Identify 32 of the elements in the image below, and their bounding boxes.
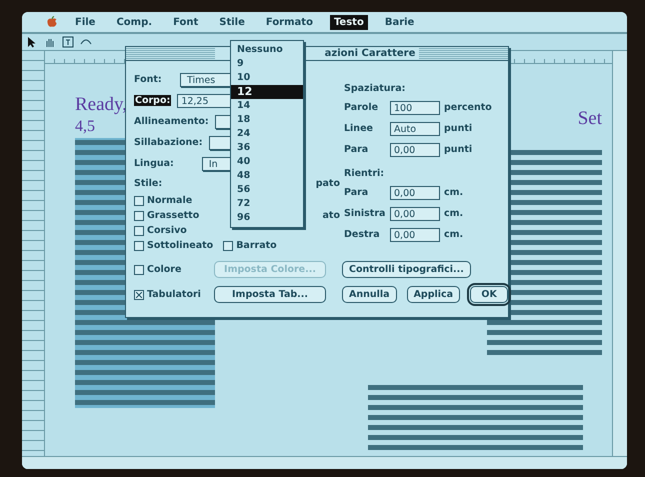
unit-label: cm. (444, 187, 464, 198)
article-heading: Ready, (75, 94, 128, 116)
checkbox-label: Grassetto (147, 210, 200, 221)
version-number: 4,5 (75, 118, 95, 136)
field-label: Sillabazione: (134, 137, 203, 148)
section-label: Spaziatura: (344, 82, 406, 96)
partial-label: ato (322, 210, 341, 221)
unit-label: punti (444, 123, 472, 134)
unit-label: punti (444, 144, 472, 155)
field-label: Destra (344, 229, 381, 240)
field-label: Lingua: (134, 158, 174, 169)
unit-label: cm. (444, 229, 464, 240)
field-label: Allineamento: (134, 116, 209, 127)
checkbox-label: Tabulatori (147, 289, 201, 300)
field-label: Parole (344, 102, 380, 113)
field-label: Sinistra (344, 208, 386, 219)
checkbox-label: Sottolineato (147, 240, 214, 251)
field-label: Font: (134, 74, 163, 85)
checkbox-label: Barrato (236, 240, 277, 251)
field-label: Corpo: (134, 95, 172, 106)
field-label: Para (344, 144, 370, 155)
field-label: Linee (344, 123, 374, 134)
section-label: Stile: (134, 178, 162, 189)
article-heading: Set (578, 108, 602, 130)
unit-label: percento (444, 102, 492, 113)
checkbox-label: Colore (147, 264, 182, 275)
section-label: Rientri: (344, 166, 386, 180)
partial-label: pato (316, 178, 341, 189)
checkbox-label: Normale (147, 195, 192, 206)
unit-label: cm. (444, 208, 464, 219)
field-label: Para (344, 187, 370, 198)
checkbox-label: Corsivo (147, 225, 187, 236)
